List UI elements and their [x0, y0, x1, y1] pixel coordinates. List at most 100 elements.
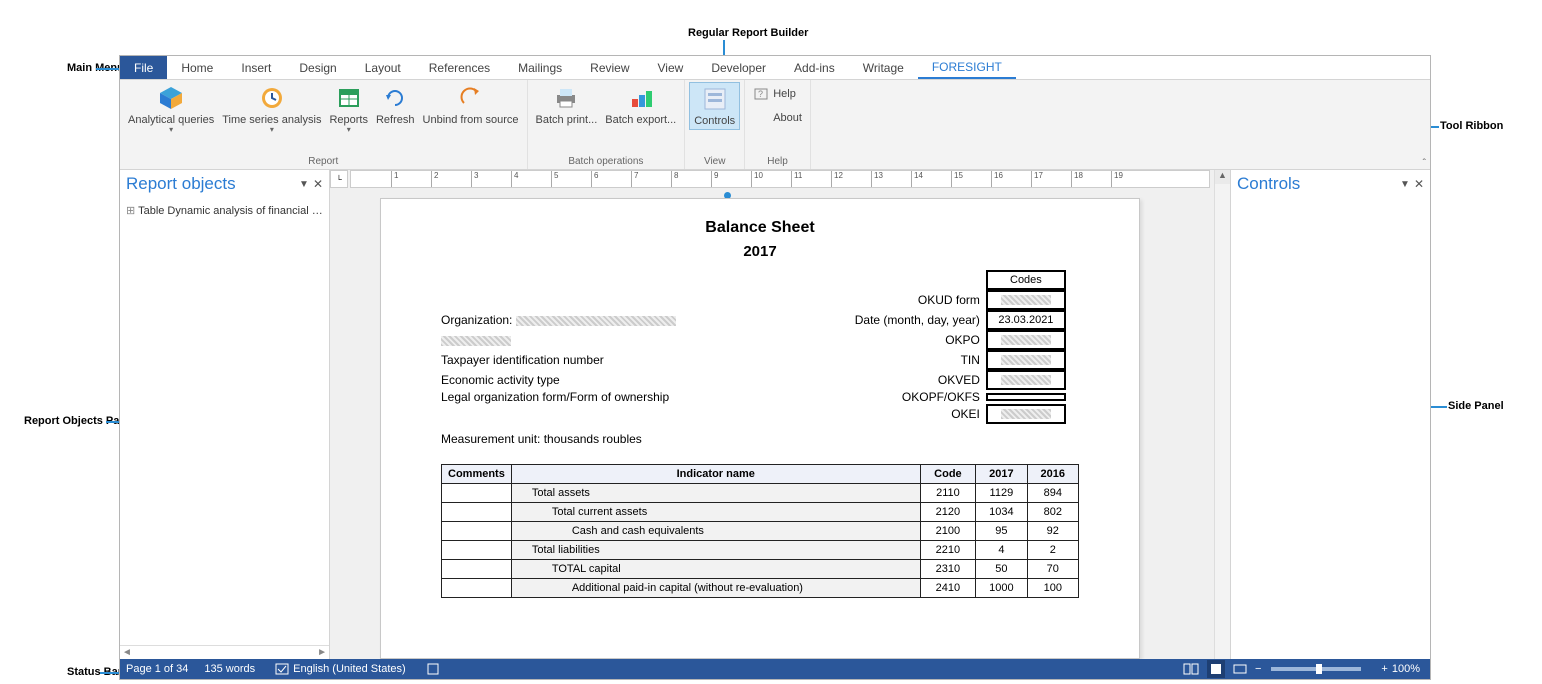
ribbon-group-view: Controls View [685, 80, 745, 169]
doc-title: Balance Sheet [441, 219, 1079, 237]
ruler-tick: 12 [831, 171, 843, 187]
measure-label: Measurement unit: thousands roubles [441, 432, 642, 446]
tab-references[interactable]: References [415, 56, 504, 79]
ribbon-group-report: Analytical queries▾ Time series analysis… [120, 80, 528, 169]
ruler-tick: 14 [911, 171, 923, 187]
ruler-tick: 17 [1031, 171, 1043, 187]
btn-analytical-queries[interactable]: Analytical queries▾ [124, 82, 218, 137]
btn-refresh[interactable]: Refresh [372, 82, 419, 128]
table-header: 2017 [976, 465, 1027, 484]
ruler-tick: 5 [551, 171, 558, 187]
tab-design[interactable]: Design [285, 56, 350, 79]
btn-reports[interactable]: Reports▾ [325, 82, 372, 137]
tab-developer[interactable]: Developer [697, 56, 780, 79]
work-area: Report objects ▼ ✕ Table Dynamic analysi… [120, 170, 1430, 659]
view-web-icon[interactable] [1233, 662, 1247, 676]
legal-label: Legal organization form/Form of ownershi… [441, 390, 669, 404]
codes-okpo [986, 330, 1066, 350]
table-row: Total liabilities221042 [442, 541, 1079, 560]
cell-2017: 95 [976, 522, 1027, 541]
cell-2017: 4 [976, 541, 1027, 560]
btn-about[interactable]: About [749, 108, 806, 128]
tab-home[interactable]: Home [167, 56, 227, 79]
app-window: File Home Insert Design Layout Reference… [119, 55, 1431, 680]
tab-mailings[interactable]: Mailings [504, 56, 576, 79]
collapse-ribbon[interactable]: ˆ [1423, 158, 1426, 169]
group-label-view: View [704, 155, 726, 169]
cell-indicator: Total current assets [511, 503, 920, 522]
status-page[interactable]: Page 1 of 34 [126, 663, 188, 675]
zoom-level[interactable]: 100% [1392, 663, 1420, 675]
btn-batch-print[interactable]: Batch print... [532, 82, 602, 128]
tab-layout[interactable]: Layout [351, 56, 415, 79]
ruler-tick: 4 [511, 171, 518, 187]
tab-insert[interactable]: Insert [227, 56, 285, 79]
close-icon[interactable]: ✕ [313, 177, 323, 191]
ribbon-group-batch: Batch print... Batch export... Batch ope… [528, 80, 686, 169]
group-label-batch: Batch operations [568, 155, 643, 169]
field-date: Date (month, day, year) [855, 313, 980, 327]
field-okpo: OKPO [945, 333, 980, 347]
balance-table: CommentsIndicator nameCode20172016 Total… [441, 464, 1079, 598]
tab-writage[interactable]: Writage [849, 56, 918, 79]
ruler-tick: 19 [1111, 171, 1123, 187]
zoom-slider[interactable] [1271, 667, 1361, 671]
status-words[interactable]: 135 words [204, 663, 255, 675]
ruler-horizontal[interactable]: 12345678910111213141516171819 [350, 170, 1210, 188]
cell-2016: 894 [1027, 484, 1078, 503]
org-label: Organization: [441, 313, 512, 327]
cell-code: 2210 [920, 541, 976, 560]
status-bar: Page 1 of 34 135 words English (United S… [120, 659, 1430, 679]
cell-2017: 1034 [976, 503, 1027, 522]
codes-okopf [986, 393, 1066, 401]
cell-code: 2110 [920, 484, 976, 503]
btn-help[interactable]: ? Help [749, 84, 800, 104]
table-icon [335, 84, 363, 112]
tab-review[interactable]: Review [576, 56, 643, 79]
cell-code: 2100 [920, 522, 976, 541]
btn-controls[interactable]: Controls [689, 82, 740, 130]
pin-icon[interactable]: ▼ [299, 179, 309, 190]
view-read-icon[interactable] [1183, 662, 1199, 676]
report-objects-panel: Report objects ▼ ✕ Table Dynamic analysi… [120, 170, 330, 659]
doc-year: 2017 [441, 243, 1079, 260]
panel-scrollbar[interactable]: ◄► [120, 645, 329, 659]
ruler-tick: 13 [871, 171, 883, 187]
cell-comments [442, 579, 512, 598]
cell-comments [442, 522, 512, 541]
cell-indicator: Cash and cash equivalents [511, 522, 920, 541]
group-label-report: Report [308, 155, 338, 169]
tab-addins[interactable]: Add-ins [780, 56, 849, 79]
vertical-scrollbar[interactable]: ▲ [1214, 170, 1230, 659]
tree-item[interactable]: Table Dynamic analysis of financial indi… [124, 202, 325, 219]
zoom-out[interactable]: − [1255, 663, 1261, 675]
table-row: Cash and cash equivalents21009592 [442, 522, 1079, 541]
codes-okved [986, 370, 1066, 390]
macro-icon[interactable] [426, 662, 440, 676]
tab-foresight[interactable]: FORESIGHT [918, 56, 1016, 79]
status-lang[interactable]: English (United States) [293, 663, 406, 675]
spellcheck-icon[interactable] [275, 662, 289, 676]
close-icon[interactable]: ✕ [1414, 177, 1424, 191]
ruler-tick: 6 [591, 171, 598, 187]
btn-batch-export[interactable]: Batch export... [601, 82, 680, 128]
zoom-in[interactable]: + [1381, 663, 1387, 675]
btn-unbind[interactable]: Unbind from source [419, 82, 523, 128]
field-okei: OKEI [951, 407, 980, 421]
pin-icon[interactable]: ▼ [1400, 179, 1410, 190]
cell-2017: 1129 [976, 484, 1027, 503]
annotation-side-panel: Side Panel [1448, 400, 1504, 412]
tab-file[interactable]: File [120, 56, 167, 79]
ruler-corner: └ [330, 170, 348, 188]
codes-okud [986, 290, 1066, 310]
econ-label: Economic activity type [441, 373, 560, 387]
view-print-icon[interactable] [1207, 660, 1225, 678]
codes-date: 23.03.2021 [986, 310, 1066, 330]
cell-code: 2410 [920, 579, 976, 598]
btn-time-series[interactable]: Time series analysis▾ [218, 82, 325, 137]
cell-indicator: TOTAL capital [511, 560, 920, 579]
field-tin: TIN [961, 353, 980, 367]
tab-view[interactable]: View [644, 56, 698, 79]
cell-2016: 92 [1027, 522, 1078, 541]
group-label-help: Help [767, 155, 788, 169]
